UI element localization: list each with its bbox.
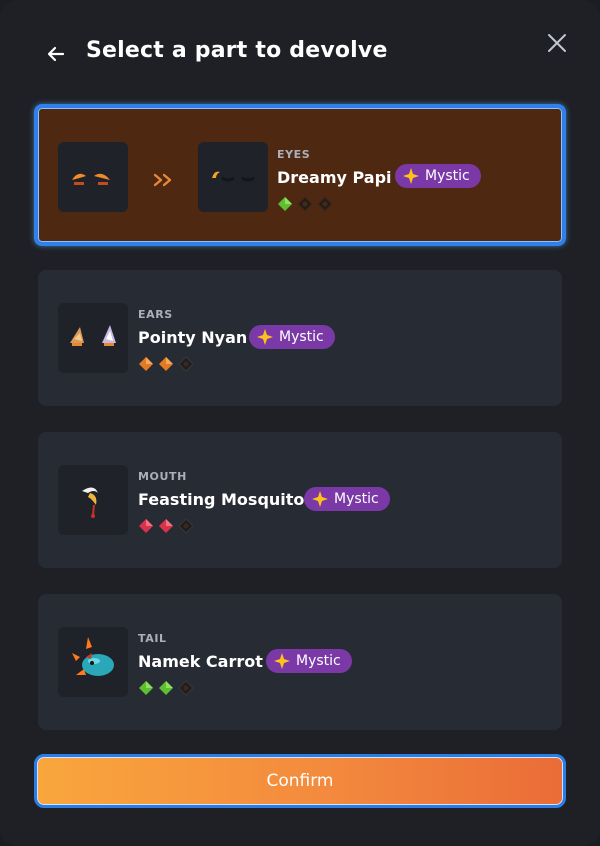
mystic-badge: Mystic [249, 325, 335, 349]
green-gem-icon [278, 197, 292, 211]
dreamy-papi-eyes-icon [212, 171, 255, 182]
close-icon[interactable] [544, 30, 570, 56]
red-gem-icon [139, 519, 153, 533]
part-name: Feasting Mosquito [138, 490, 305, 509]
confirm-button[interactable]: Confirm [34, 754, 566, 808]
part-card-mouth[interactable]: MOUTH Feasting Mosquito Mystic [38, 432, 562, 568]
orange-gem-icon [159, 357, 173, 371]
part-thumbnail-current [58, 142, 128, 212]
sparkle-icon [257, 329, 273, 345]
part-card-tail[interactable]: TAIL Namek Carrot Mystic [38, 594, 562, 730]
feasting-mosquito-mouth-icon [82, 487, 98, 518]
namek-carrot-tail-icon [72, 637, 114, 676]
page-title: Select a part to devolve [86, 38, 388, 63]
sparkle-icon [312, 491, 328, 507]
gem-row [138, 680, 194, 696]
part-type-label: MOUTH [138, 470, 187, 483]
gem-row [277, 196, 333, 212]
empty-gem-icon [297, 196, 313, 212]
red-gem-icon [159, 519, 173, 533]
empty-gem-icon [178, 680, 194, 696]
mystic-badge: Mystic [266, 649, 352, 673]
pointy-nyan-ears-icon [70, 325, 116, 346]
mystic-badge: Mystic [304, 487, 390, 511]
badge-label: Mystic [279, 329, 324, 345]
orange-gem-icon [139, 357, 153, 371]
part-type-label: EYES [277, 148, 311, 161]
part-thumbnail [58, 627, 128, 697]
double-chevron-right-icon [153, 173, 172, 187]
empty-gem-icon [178, 518, 194, 534]
sparkle-icon [403, 168, 419, 184]
green-gem-icon [139, 681, 153, 695]
part-name: Pointy Nyan [138, 328, 248, 347]
eyes-part-icon [72, 173, 110, 185]
part-name: Dreamy Papi [277, 168, 392, 187]
empty-gem-icon [178, 356, 194, 372]
part-name: Namek Carrot [138, 652, 263, 671]
part-type-label: EARS [138, 308, 173, 321]
mystic-badge: Mystic [395, 164, 481, 188]
part-card-ears[interactable]: EARS Pointy Nyan Mystic [38, 270, 562, 406]
part-thumbnail [58, 303, 128, 373]
part-card-eyes[interactable]: EYES Dreamy Papi Mystic [34, 104, 566, 246]
gem-row [138, 518, 194, 534]
badge-label: Mystic [425, 168, 470, 184]
part-thumbnail [58, 465, 128, 535]
empty-gem-icon [317, 196, 333, 212]
devolve-modal: Select a part to devolve EYES Dreamy Pap… [0, 0, 600, 846]
badge-label: Mystic [296, 653, 341, 669]
confirm-label: Confirm [266, 771, 334, 791]
part-type-label: TAIL [138, 632, 167, 645]
green-gem-icon [159, 681, 173, 695]
arrow-left-icon[interactable] [42, 40, 70, 68]
modal-header: Select a part to devolve [0, 28, 600, 84]
badge-label: Mystic [334, 491, 379, 507]
gem-row [138, 356, 194, 372]
part-thumbnail-target [198, 142, 268, 212]
sparkle-icon [274, 653, 290, 669]
